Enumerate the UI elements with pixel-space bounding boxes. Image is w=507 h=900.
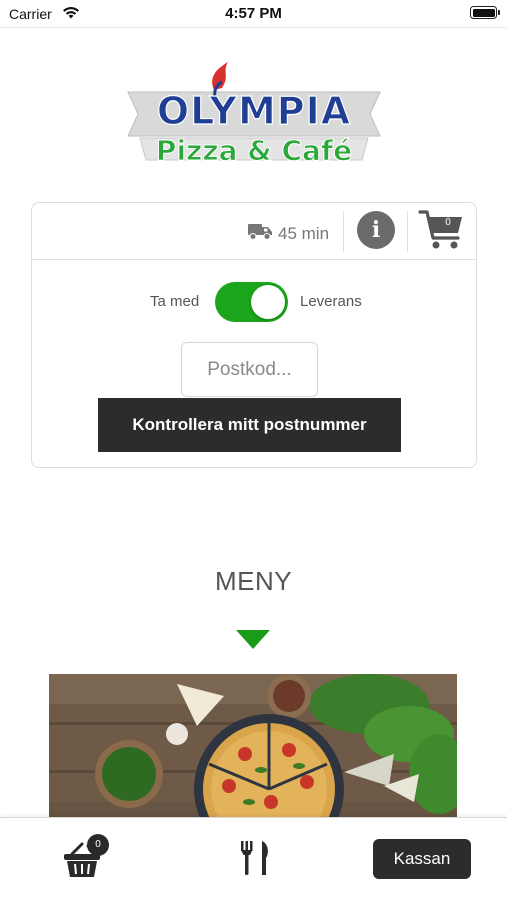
svg-text:OLYMPIA: OLYMPIA [157,89,351,133]
delivery-time: 45 min [247,221,329,246]
order-card: 45 min i 0 Ta med Leverans Kontrollera m… [31,202,477,468]
delivery-mode-toggle-row: Ta med Leverans [32,280,476,324]
header-divider [343,211,344,252]
delivery-time-label: 45 min [278,223,330,243]
order-card-header: 45 min i 0 [32,203,476,260]
cart-icon [418,210,462,249]
takeaway-label: Ta med [150,293,200,310]
status-divider [0,27,507,28]
postcode-input[interactable] [181,342,318,397]
svg-text:Pizza & Café: Pizza & Café [156,134,352,167]
check-postcode-button[interactable]: Kontrollera mitt postnummer [98,398,401,452]
basket-button[interactable]: 0 [62,834,114,880]
status-time: 4:57 PM [225,5,282,22]
status-bar: Carrier 4:57 PM [0,0,507,28]
checkout-button[interactable]: Kassan [373,839,471,879]
menu-nav-button[interactable] [238,840,272,876]
cart-button[interactable]: 0 [418,208,466,252]
fork-knife-icon [241,841,268,875]
toggle-knob [251,285,285,319]
cart-count: 0 [445,217,451,228]
battery-icon [470,6,500,19]
pizza-banner-image[interactable] [49,674,457,819]
bottom-tab-bar: 0 Kassan [0,817,507,900]
delivery-label: Leverans [300,293,362,310]
menu-title: MENY [214,566,293,596]
olympia-logo: OLYMPIA Pizza & Café [118,56,390,174]
chevron-down-icon [236,630,270,649]
basket-count-badge: 0 [87,834,109,856]
truck-icon [247,221,273,246]
header-divider [407,211,408,252]
info-icon[interactable]: i [357,211,395,249]
delivery-toggle[interactable] [215,282,288,322]
